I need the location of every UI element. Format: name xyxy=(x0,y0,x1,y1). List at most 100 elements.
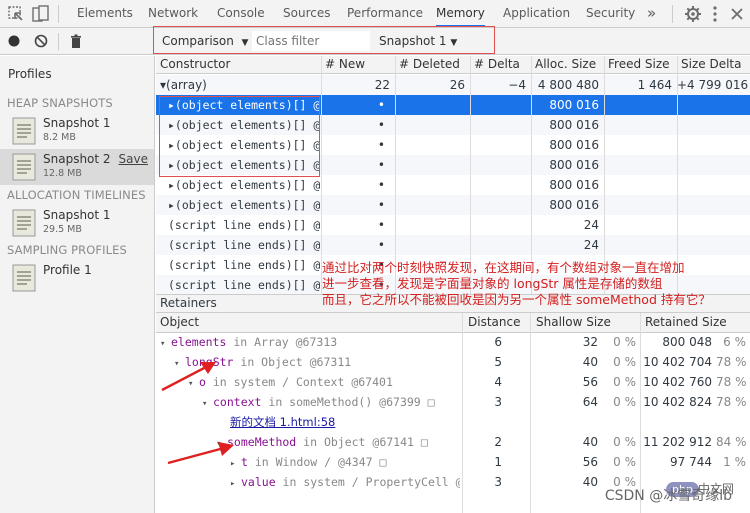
retainer-shallow: 56 xyxy=(582,375,598,389)
retainer-desc: in Object @67141 □ xyxy=(296,435,428,449)
expand-triangle-icon[interactable]: ▾ xyxy=(202,395,213,412)
source-link[interactable]: 新的文档 1.html:58 xyxy=(230,415,335,429)
annotation-text: 通过比对两个时刻快照发现，在这期间，有个数组对象一直在增加 进一步查看，发现是字… xyxy=(322,260,722,308)
profile-size: 12.8 MB xyxy=(43,168,82,179)
table-cell-delta xyxy=(470,175,531,195)
expand-triangle-icon[interactable]: ▸ xyxy=(230,475,241,492)
retainer-retained_pct: 84 % xyxy=(716,435,746,449)
annotation-line: 而且，它之所以不能被回收是因为另一个属性 someMethod 持有它？ xyxy=(322,292,711,307)
tab-console[interactable]: Console xyxy=(217,0,265,27)
settings-gear-icon[interactable] xyxy=(683,4,703,24)
table-row[interactable]: (script line ends)[] @ • 24 xyxy=(156,235,750,255)
retainer-object: ▾ context in someMethod() @67399 □ xyxy=(202,393,460,412)
table-cell-constructor: (script line ends)[] @ xyxy=(168,258,321,272)
red-arrow-somemethod xyxy=(167,442,234,465)
watermark: CSDN @冰雪奇缘lb xyxy=(604,488,732,504)
table-cell-constructor: (script line ends)[] @ xyxy=(168,238,321,252)
retainer-object: ▾ o in system / Context @67401 xyxy=(188,373,460,392)
retainers-column-header-3[interactable]: Retained Size xyxy=(645,313,727,332)
retainer-shallow_pct: 0 % xyxy=(613,395,636,409)
table-cell-deleted xyxy=(395,155,470,175)
table-cell-alloc: 24 xyxy=(583,218,599,232)
red-arrow-longstr xyxy=(161,362,216,392)
retainer-retained: 10 402 704 xyxy=(643,355,712,369)
retainer-retained_pct: 78 % xyxy=(716,395,746,409)
more-options-icon[interactable] xyxy=(705,4,725,24)
table-cell-size_delta xyxy=(677,155,750,175)
table-cell-constructor: ▸(object elements)[] @ xyxy=(168,178,321,192)
snapshot-select[interactable]: Snapshot 1 ▼ xyxy=(379,34,457,48)
column-header-5[interactable]: Freed Size xyxy=(604,56,677,74)
table-cell-size_delta xyxy=(677,115,750,135)
table-cell-freed xyxy=(604,115,677,135)
column-divider xyxy=(395,56,396,294)
table-cell-size_delta xyxy=(677,195,750,215)
column-header-0[interactable]: Constructor xyxy=(156,56,321,74)
table-row[interactable]: ▸(object elements)[] @ • 800 016 xyxy=(156,195,750,215)
column-divider xyxy=(677,56,678,294)
sidebar-profile-item[interactable]: Snapshot 2 12.8 MB Save xyxy=(0,149,154,185)
property-name: value xyxy=(241,475,276,489)
device-toolbar-icon[interactable] xyxy=(31,4,51,24)
profiles-sidebar: Profiles HEAP SNAPSHOTS Snapshot 1 8.2 MB S… xyxy=(0,56,155,513)
profile-size: 8.2 MB xyxy=(43,132,76,143)
expand-triangle-icon[interactable]: ▾ xyxy=(160,335,171,352)
table-cell-new: • xyxy=(377,98,385,112)
more-tabs-button[interactable]: » xyxy=(647,0,656,27)
retainers-title-text: Retainers xyxy=(160,296,217,310)
sidebar-profile-item[interactable]: Snapshot 1 8.2 MB xyxy=(0,113,154,149)
retainer-row[interactable]: 新的文档 1.html:58 xyxy=(156,413,750,432)
tab-security[interactable]: Security xyxy=(586,0,635,27)
class-filter-input[interactable] xyxy=(252,31,370,51)
sidebar-profile-item[interactable]: Profile 1 xyxy=(0,260,154,296)
tab-application[interactable]: Application xyxy=(503,0,570,27)
column-header-4[interactable]: Alloc. Size xyxy=(531,56,604,74)
table-cell-delta xyxy=(470,195,531,215)
profile-name: Profile 1 xyxy=(43,263,92,277)
close-devtools-icon[interactable] xyxy=(727,4,747,24)
table-row[interactable]: (script line ends)[] @ • 24 xyxy=(156,215,750,235)
tab-performance[interactable]: Performance xyxy=(347,0,423,27)
tab-elements[interactable]: Elements xyxy=(77,0,133,27)
annotation-line: 通过比对两个时刻快照发现，在这期间，有个数组对象一直在增加 xyxy=(322,260,685,275)
inspect-element-icon[interactable] xyxy=(6,4,26,24)
tab-memory[interactable]: Memory xyxy=(436,0,485,27)
sidebar-profile-item[interactable]: Snapshot 1 29.5 MB xyxy=(0,205,154,241)
table-cell-alloc: 800 016 xyxy=(549,198,599,212)
table-cell-alloc: 24 xyxy=(583,238,599,252)
column-header-1[interactable]: # New xyxy=(321,56,395,74)
table-cell-deleted xyxy=(395,135,470,155)
table-cell-size_delta xyxy=(677,235,750,255)
retainer-row[interactable]: ▸ t in Window / @4347 □ 1 56 0 % 97 744 1 % xyxy=(156,453,750,472)
table-cell-freed: 1 464 xyxy=(637,78,672,92)
save-profile-link[interactable]: Save xyxy=(119,152,148,166)
retainer-row[interactable]: ▾longStr in Object @673115400 %10 402 70… xyxy=(156,353,750,372)
table-cell-size_delta xyxy=(677,135,750,155)
clear-profiles-icon[interactable] xyxy=(33,33,49,49)
retainer-row[interactable]: ▾ o in system / Context @67401 4 56 0 % 10 40… xyxy=(156,373,750,392)
retainers-column-header-2[interactable]: Shallow Size xyxy=(536,313,611,332)
profile-file-icon xyxy=(12,153,36,181)
retainer-row[interactable]: ▾ elements in Array @67313 6 32 0 % 800 048 6 … xyxy=(156,333,750,352)
column-divider xyxy=(470,56,471,294)
tab-network[interactable]: Network xyxy=(148,0,198,27)
table-cell-deleted xyxy=(395,195,470,215)
tab-sources[interactable]: Sources xyxy=(283,0,330,27)
retainer-row[interactable]: ▾someMethod in Object @67141 □ 2 40 0 % 11 2… xyxy=(156,433,750,452)
retainer-desc: in Array @67313 xyxy=(226,335,338,349)
retainer-distance: 3 xyxy=(494,395,502,409)
retainers-column-header-1[interactable]: Distance xyxy=(468,313,520,332)
profile-file-icon xyxy=(12,209,36,237)
view-select[interactable]: Comparison ▼ xyxy=(162,34,248,48)
column-header-6[interactable]: Size Delta xyxy=(677,56,750,74)
retainer-object: ▾someMethod in Object @67141 □ xyxy=(216,433,460,452)
retainers-column-header-0[interactable]: Object xyxy=(160,313,199,332)
retainer-row[interactable]: ▾ context in someMethod() @67399 □ 3 64 0 % 1… xyxy=(156,393,750,412)
table-row[interactable]: ▾(array) 22 26 −4 4 800 480 1 464 +4 799 016 xyxy=(156,75,750,95)
record-heap-snapshot-icon[interactable] xyxy=(6,33,22,49)
collect-garbage-trash-icon[interactable] xyxy=(68,33,84,49)
column-header-2[interactable]: # Deleted xyxy=(395,56,470,74)
table-row[interactable]: ▸(object elements)[] @ • 800 016 xyxy=(156,175,750,195)
retainer-shallow xyxy=(532,413,598,432)
column-header-3[interactable]: # Delta xyxy=(470,56,531,74)
